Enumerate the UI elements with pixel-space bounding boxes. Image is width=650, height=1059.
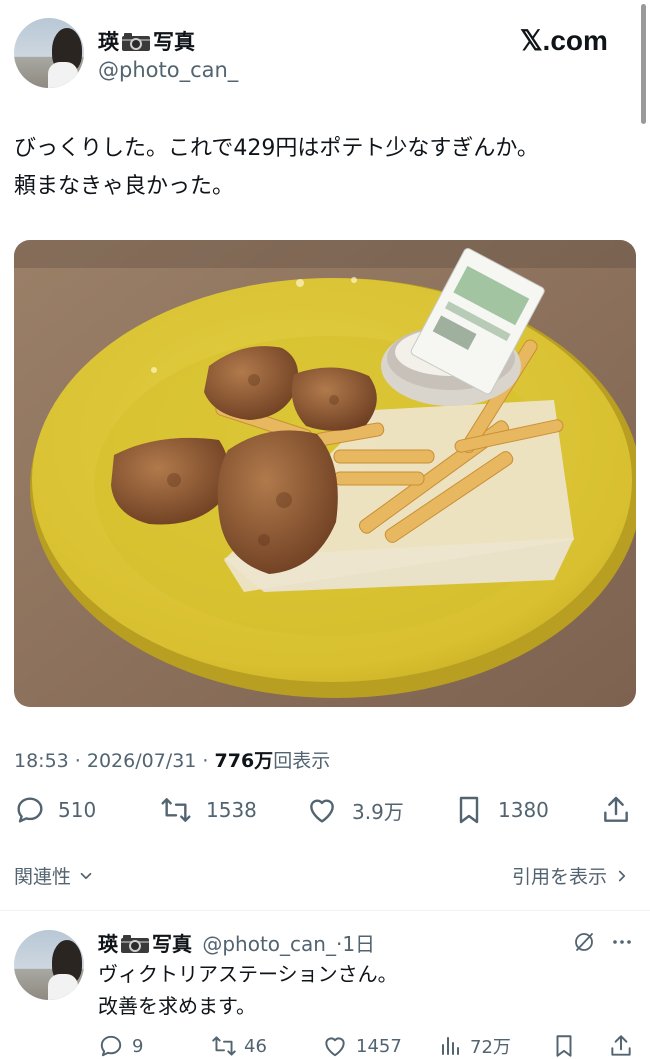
- view-quotes-link[interactable]: 引用を表示: [512, 862, 631, 889]
- reply-action[interactable]: 510: [14, 794, 96, 826]
- like-icon: [322, 1033, 348, 1059]
- reply-icon: [14, 794, 46, 826]
- more-icon[interactable]: [610, 930, 634, 954]
- reply-reply-action[interactable]: 9: [98, 1033, 143, 1059]
- tweet-meta: 18:53 · 2026/07/31 · 776万回表示: [14, 746, 330, 773]
- reply-handle-time[interactable]: @photo_can_·1日: [202, 932, 375, 956]
- retweet-icon: [158, 794, 194, 826]
- camera-icon: [121, 32, 151, 57]
- retweet-icon: [210, 1033, 238, 1059]
- author-handle[interactable]: @photo_can_: [98, 58, 238, 82]
- x-logo: 𝕏.com: [520, 25, 608, 56]
- reply-author-name[interactable]: 瑛写真: [98, 932, 192, 956]
- bookmark-icon[interactable]: [552, 1033, 576, 1059]
- bookmark-action[interactable]: 1380: [454, 794, 549, 826]
- tweet-photo[interactable]: [14, 240, 636, 707]
- reply-author-avatar[interactable]: [14, 930, 84, 1000]
- section-divider: [0, 910, 650, 911]
- like-icon: [306, 794, 338, 826]
- share-icon[interactable]: [600, 794, 632, 826]
- chevron-down-icon: [77, 867, 95, 885]
- like-action[interactable]: 3.9万: [306, 794, 404, 826]
- scrollbar[interactable]: [641, 4, 646, 124]
- views-label: 回表示: [273, 750, 331, 772]
- views-icon: [438, 1033, 462, 1059]
- bookmark-icon: [454, 794, 484, 826]
- tweet-text: びっくりした。これで429円はポテト少なすぎんか。 頼まなきゃ良かった。: [14, 136, 539, 199]
- sort-dropdown[interactable]: 関連性: [14, 862, 95, 889]
- grok-icon[interactable]: [572, 930, 596, 954]
- tweet-timestamp[interactable]: 18:53 · 2026/07/31 ·: [14, 750, 215, 772]
- reply-icon: [98, 1033, 124, 1059]
- camera-icon: [120, 934, 150, 959]
- reply-header: 瑛写真 @photo_can_·1日: [98, 928, 375, 959]
- reply-views-action[interactable]: 72万: [438, 1033, 511, 1059]
- share-icon[interactable]: [608, 1033, 634, 1059]
- author-avatar[interactable]: [14, 18, 84, 88]
- reply-like-action[interactable]: 1457: [322, 1033, 402, 1059]
- chevron-right-icon: [613, 867, 631, 885]
- food-photo-image: [14, 240, 636, 707]
- reply-text: ヴィクトリアステーションさん。 改善を求めます。: [98, 962, 398, 1018]
- retweet-action[interactable]: 1538: [158, 794, 257, 826]
- views-count[interactable]: 776万: [215, 750, 274, 772]
- reply-retweet-action[interactable]: 46: [210, 1033, 267, 1059]
- author-name[interactable]: 瑛写真: [98, 26, 195, 57]
